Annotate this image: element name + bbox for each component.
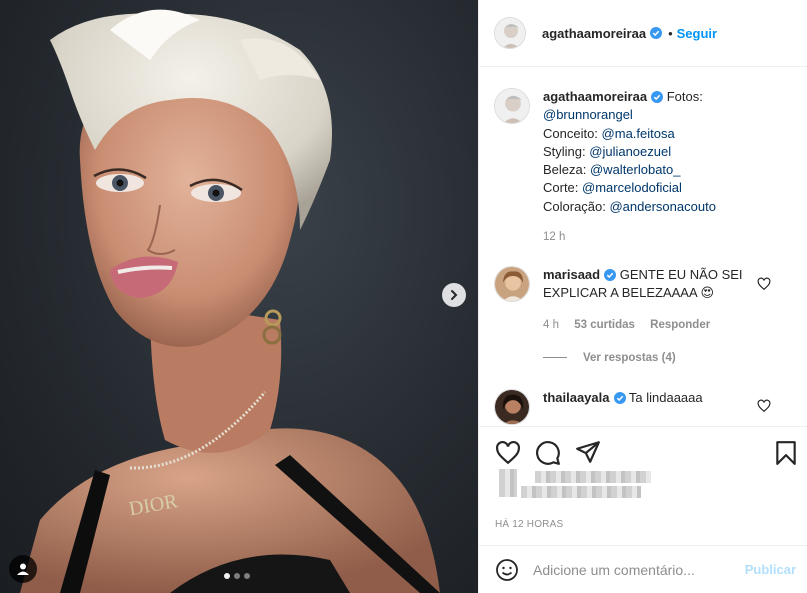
caption-line: Conceito: bbox=[543, 125, 602, 141]
post-actions: HÁ 12 HORAS bbox=[479, 426, 807, 546]
post-image[interactable]: DIOR bbox=[0, 0, 478, 593]
verified-badge-icon bbox=[613, 392, 626, 404]
carousel-dot bbox=[234, 573, 240, 579]
carousel-dot bbox=[224, 573, 230, 579]
liked-by-avatar[interactable] bbox=[499, 469, 517, 497]
mention-link[interactable]: @walterlobato_ bbox=[590, 162, 681, 177]
comment-meta: 4 h 53 curtidas Responder bbox=[543, 319, 710, 331]
reply-button[interactable]: Responder bbox=[650, 319, 710, 331]
verified-badge-icon bbox=[650, 27, 663, 39]
tagged-users-button[interactable] bbox=[9, 555, 37, 583]
user-icon bbox=[17, 563, 29, 575]
view-replies-label[interactable]: Ver respostas (4) bbox=[583, 352, 676, 364]
caption-line: Fotos: bbox=[666, 89, 703, 104]
emoji-icon[interactable] bbox=[495, 558, 519, 582]
post-header: agathaamoreiraa • Seguir bbox=[479, 0, 807, 67]
comment-body: Ta lindaaaaa bbox=[628, 390, 703, 405]
mention-link[interactable]: @julianoezuel bbox=[589, 144, 671, 159]
comment-input[interactable] bbox=[533, 561, 733, 578]
verified-badge-icon bbox=[604, 269, 617, 281]
caption-line: Styling: bbox=[543, 143, 590, 159]
caption-text: agathaamoreiraa Fotos: @brunnorangel Con… bbox=[543, 88, 716, 216]
commenter-username[interactable]: thailaayala bbox=[543, 390, 610, 405]
verified-badge-icon bbox=[651, 91, 664, 103]
separator: • bbox=[668, 25, 673, 41]
comment: thailaayala Ta lindaaaaa bbox=[494, 389, 703, 425]
heart-icon[interactable] bbox=[495, 440, 521, 466]
next-image-button[interactable] bbox=[442, 283, 466, 307]
share-icon[interactable] bbox=[575, 439, 601, 465]
author-avatar[interactable] bbox=[494, 17, 526, 49]
follow-button[interactable]: Seguir bbox=[677, 26, 717, 41]
caption-line: Beleza: bbox=[543, 162, 590, 178]
like-comment-heart-icon[interactable] bbox=[757, 399, 771, 413]
comment-composer: Publicar bbox=[479, 545, 807, 593]
carousel-indicator bbox=[224, 573, 250, 579]
bookmark-icon[interactable] bbox=[773, 440, 799, 466]
post-side-panel: agathaamoreiraa • Seguir agathaamoreiraa… bbox=[478, 0, 807, 593]
caption-line: Coloração: bbox=[543, 198, 610, 214]
comment-text: thailaayala Ta lindaaaaa bbox=[543, 389, 703, 425]
comment-time[interactable]: 4 h bbox=[543, 319, 559, 331]
carousel-dot bbox=[244, 573, 250, 579]
like-comment-heart-icon[interactable] bbox=[757, 277, 771, 291]
liked-by[interactable] bbox=[499, 469, 651, 498]
caption-avatar[interactable] bbox=[494, 88, 530, 124]
caption-line: Corte: bbox=[543, 180, 583, 196]
comment-text: marisaad GENTE EU NÃO SEI EXPLICAR A BEL… bbox=[543, 266, 773, 303]
mention-link[interactable]: @brunnorangel bbox=[543, 107, 633, 122]
caption-username[interactable]: agathaamoreiraa bbox=[543, 89, 647, 104]
comment-likes[interactable]: 53 curtidas bbox=[574, 319, 635, 331]
commenter-avatar[interactable] bbox=[494, 266, 530, 302]
mention-link[interactable]: @ma.feitosa bbox=[602, 126, 675, 141]
publish-button[interactable]: Publicar bbox=[745, 562, 796, 577]
caption: agathaamoreiraa Fotos: @brunnorangel Con… bbox=[494, 88, 716, 216]
commenter-avatar[interactable] bbox=[494, 389, 530, 425]
mention-link[interactable]: @andersonacouto bbox=[609, 199, 715, 214]
mention-link[interactable]: @marcelodoficial bbox=[582, 180, 682, 195]
liked-by-text[interactable] bbox=[521, 469, 651, 498]
view-replies[interactable]: Ver respostas (4) bbox=[543, 352, 676, 364]
caption-time[interactable]: 12 h bbox=[543, 231, 565, 243]
divider bbox=[543, 357, 567, 359]
chevron-right-icon bbox=[451, 290, 458, 300]
commenter-username[interactable]: marisaad bbox=[543, 267, 600, 282]
comment-icon[interactable] bbox=[535, 440, 561, 466]
post-timestamp[interactable]: HÁ 12 HORAS bbox=[495, 519, 563, 530]
comment: marisaad GENTE EU NÃO SEI EXPLICAR A BEL… bbox=[494, 266, 773, 303]
author-username[interactable]: agathaamoreiraa bbox=[542, 26, 646, 41]
portrait-image: DIOR bbox=[20, 9, 440, 593]
